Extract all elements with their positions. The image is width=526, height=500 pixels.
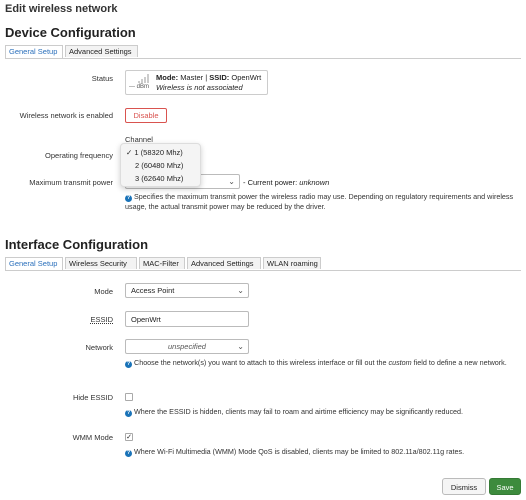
frequency-label: Operating frequency <box>45 151 113 160</box>
frequency-dropdown[interactable]: ✓ 1 (58320 Mhz) 2 (60480 Mhz) 3 (62640 M… <box>120 143 201 187</box>
network-help-em: custom <box>388 358 412 367</box>
status-box: --- dBm Mode: Master | SSID: OpenWrt Wir… <box>125 70 268 95</box>
tab-general-setup[interactable]: General Setup <box>5 257 63 270</box>
frequency-option-1[interactable]: ✓ 1 (58320 Mhz) <box>126 148 183 157</box>
interface-config-heading: Interface Configuration <box>5 237 149 252</box>
frequency-option-label: 3 (62640 Mhz) <box>135 174 184 183</box>
network-help: ? Choose the network(s) you want to attac… <box>125 358 521 368</box>
essid-label: ESSID <box>90 315 113 324</box>
hide-essid-help-text: Where the ESSID is hidden, clients may f… <box>134 407 464 416</box>
mode-label: Mode <box>94 287 113 296</box>
tx-current-power: - Current power: unknown <box>243 178 329 187</box>
mode-select[interactable]: Access Point ⌄ <box>125 283 249 298</box>
mode-select-value: Access Point <box>131 286 175 295</box>
tab-advanced-settings[interactable]: Advanced Settings <box>65 45 138 57</box>
check-icon: ✓ <box>126 148 133 157</box>
wmm-checkbox[interactable]: ✓ <box>125 433 133 441</box>
help-icon: ? <box>125 195 132 202</box>
hide-essid-checkbox[interactable] <box>125 393 133 401</box>
help-icon: ? <box>125 450 132 457</box>
wmm-help: ? Where Wi-Fi Multimedia (WMM) Mode QoS i… <box>125 447 521 457</box>
network-select[interactable]: unspecified ⌄ <box>125 339 249 354</box>
status-mode-line: Mode: Master | SSID: OpenWrt <box>156 73 261 82</box>
mode-value: Master <box>180 73 204 82</box>
network-select-value: unspecified <box>168 342 206 351</box>
tx-help: ? Specifies the maximum transmit power th… <box>125 192 521 211</box>
hide-essid-help: ? Where the ESSID is hidden, clients may … <box>125 407 521 417</box>
device-config-heading: Device Configuration <box>5 25 136 40</box>
tab-advanced-settings[interactable]: Advanced Settings <box>187 257 261 269</box>
tab-mac-filter[interactable]: MAC-Filter <box>139 257 185 269</box>
tx-power-label: Maximum transmit power <box>29 178 113 187</box>
tab-wireless-security[interactable]: Wireless Security <box>65 257 137 269</box>
chevron-down-icon: ⌄ <box>237 342 244 351</box>
help-icon: ? <box>125 361 132 368</box>
frequency-option-label: 2 (60480 Mhz) <box>135 161 184 170</box>
chevron-down-icon: ⌄ <box>228 177 235 186</box>
enabled-label: Wireless network is enabled <box>19 111 113 120</box>
wmm-help-text: Where Wi-Fi Multimedia (WMM) Mode QoS is… <box>134 447 465 456</box>
device-tabs: General Setup Advanced Settings <box>5 45 521 59</box>
interface-tabs: General Setup Wireless Security MAC-Filt… <box>5 257 521 271</box>
network-help-b: field to define a new network. <box>411 358 507 367</box>
tab-general-setup[interactable]: General Setup <box>5 45 63 58</box>
save-button[interactable]: Save <box>489 478 521 495</box>
status-separator: | <box>205 73 208 82</box>
essid-input[interactable]: OpenWrt <box>125 311 249 327</box>
status-note: Wireless is not associated <box>156 83 243 92</box>
ssid-value: OpenWrt <box>231 73 262 82</box>
ssid-prefix: SSID: <box>209 73 230 82</box>
signal-dbm: --- dBm <box>129 84 149 90</box>
hide-essid-label: Hide ESSID <box>72 393 113 402</box>
network-help-a: Choose the network(s) you want to attach… <box>134 358 389 367</box>
tx-current-value: unknown <box>299 178 330 187</box>
frequency-option-label: 1 (58320 Mhz) <box>134 148 183 157</box>
wmm-label: WMM Mode <box>72 433 113 442</box>
status-label: Status <box>91 74 113 83</box>
tab-wlan-roaming[interactable]: WLAN roaming <box>263 257 321 269</box>
chevron-down-icon: ⌄ <box>237 286 244 295</box>
mode-prefix: Mode: <box>156 73 179 82</box>
dismiss-button[interactable]: Dismiss <box>442 478 486 495</box>
frequency-option-2[interactable]: 2 (60480 Mhz) <box>135 161 183 170</box>
help-icon: ? <box>125 410 132 417</box>
network-label: Network <box>85 343 113 352</box>
tx-current-prefix: - Current power: <box>243 178 298 187</box>
disable-button[interactable]: Disable <box>125 108 167 123</box>
frequency-option-3[interactable]: 3 (62640 Mhz) <box>135 174 183 183</box>
tx-help-text: Specifies the maximum transmit power the… <box>125 192 514 211</box>
page-title: Edit wireless network <box>5 3 118 15</box>
signal-icon <box>138 74 149 83</box>
